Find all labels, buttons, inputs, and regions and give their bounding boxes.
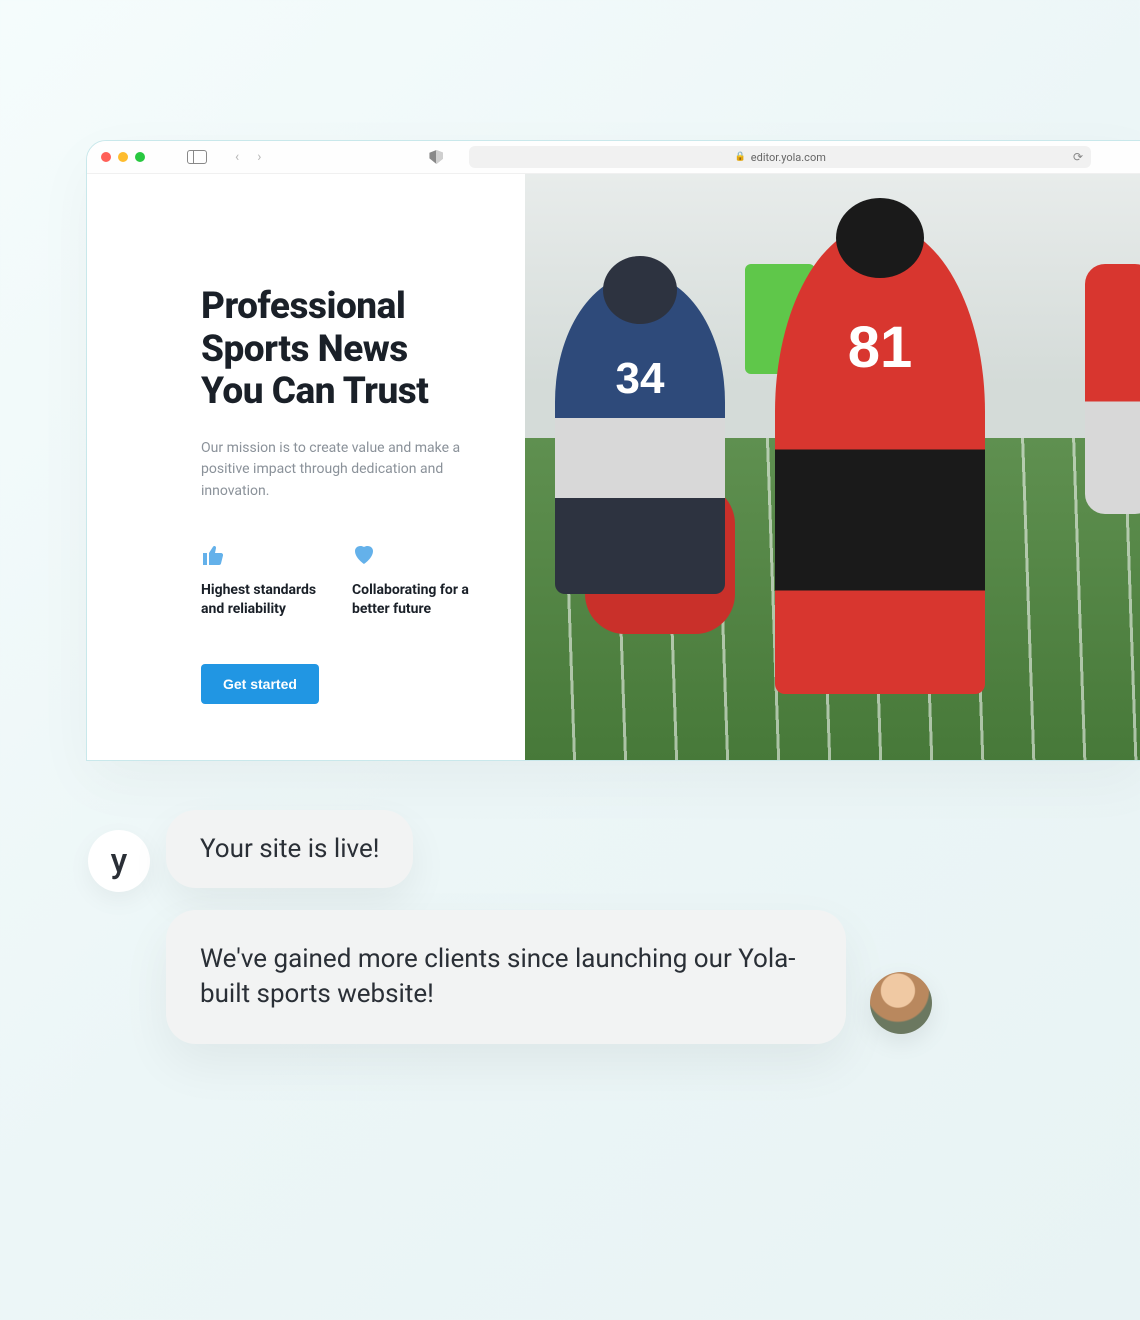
heart-icon: [352, 543, 475, 565]
message-text: We've gained more clients since launchin…: [200, 944, 795, 1009]
user-avatar: [870, 972, 932, 1034]
refresh-button[interactable]: ⟳: [1073, 150, 1083, 164]
lock-icon: 🔒: [735, 152, 746, 162]
features-row: Highest standards and reliability Collab…: [201, 543, 475, 620]
forward-button[interactable]: ›: [257, 149, 261, 165]
page-heading: Professional Sports News You Can Trust: [201, 286, 475, 414]
browser-window: ‹ › 🔒 editor.yola.com ⟳ Professional Spo…: [86, 140, 1140, 761]
player-81: [775, 224, 985, 694]
browser-chrome: ‹ › 🔒 editor.yola.com ⟳: [87, 141, 1140, 174]
page-content: Professional Sports News You Can Trust O…: [87, 174, 1140, 760]
page-mission-text: Our mission is to create value and make …: [201, 438, 475, 503]
sidebar-toggle-icon[interactable]: [187, 150, 207, 164]
navigation-arrows: ‹ ›: [235, 149, 261, 165]
hero-image: [525, 174, 1140, 760]
player-34: [555, 274, 725, 594]
assistant-avatar: y: [88, 830, 150, 892]
user-message: We've gained more clients since launchin…: [166, 910, 846, 1044]
assistant-message: Your site is live!: [166, 810, 413, 888]
url-text: editor.yola.com: [751, 151, 826, 164]
thumbs-up-icon: [201, 543, 324, 565]
feature-item: Collaborating for a better future: [352, 543, 475, 620]
back-button[interactable]: ‹: [235, 149, 239, 165]
feature-item: Highest standards and reliability: [201, 543, 324, 620]
message-text: Your site is live!: [200, 834, 379, 864]
url-bar[interactable]: 🔒 editor.yola.com ⟳: [469, 146, 1091, 168]
player-background: [1085, 264, 1140, 514]
minimize-window-button[interactable]: [118, 152, 128, 162]
feature-text: Highest standards and reliability: [201, 581, 324, 620]
privacy-shield-icon[interactable]: [429, 150, 443, 164]
get-started-button[interactable]: Get started: [201, 664, 319, 704]
avatar-letter: y: [111, 841, 128, 881]
close-window-button[interactable]: [101, 152, 111, 162]
maximize-window-button[interactable]: [135, 152, 145, 162]
feature-text: Collaborating for a better future: [352, 581, 475, 620]
window-controls: [101, 152, 145, 162]
hero-text-column: Professional Sports News You Can Trust O…: [87, 174, 525, 760]
